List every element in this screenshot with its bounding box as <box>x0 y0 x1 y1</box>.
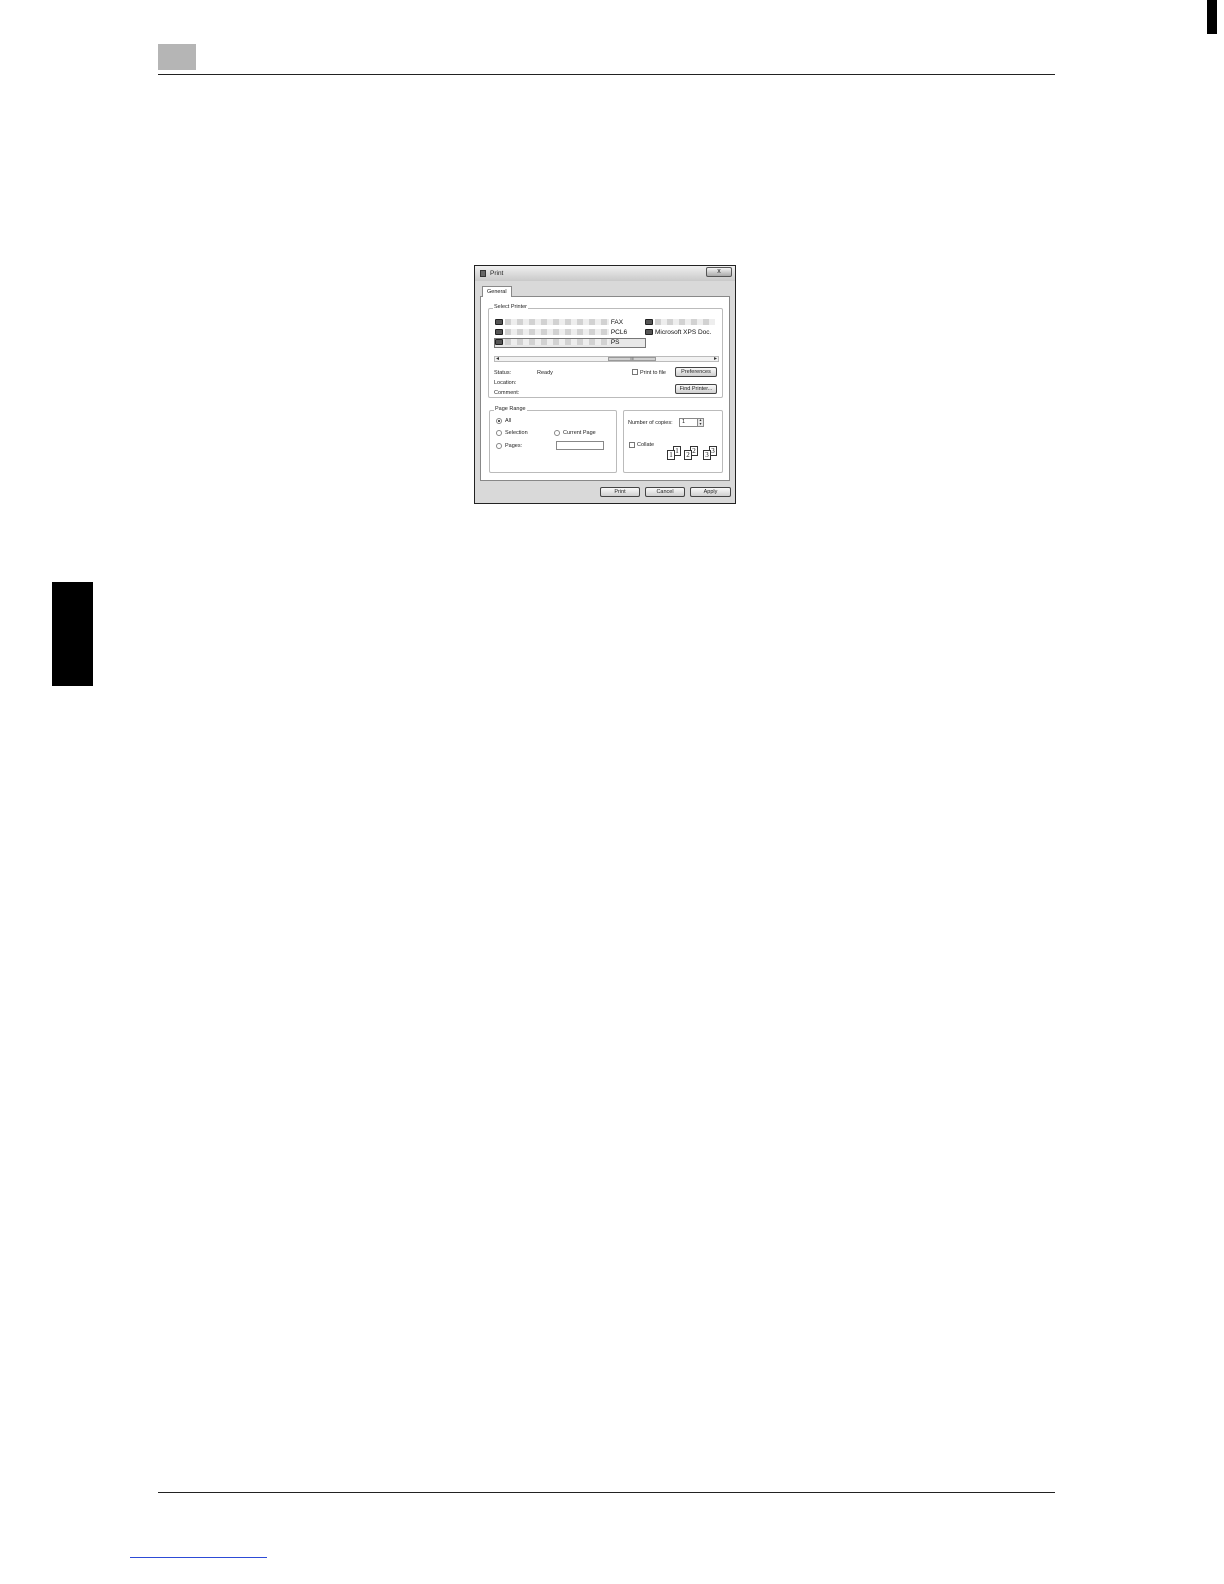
select-printer-group: Select Printer FAX PCL6 PS Microsoft XPS… <box>488 304 723 398</box>
print-to-file-label: Print to file <box>640 370 666 376</box>
printer-item-fax[interactable]: FAX <box>495 319 623 327</box>
page-range-group: Page Range All Selection Current Page Pa… <box>489 406 617 473</box>
tab-general[interactable]: General <box>482 286 512 297</box>
printer-name-redacted <box>505 319 609 326</box>
print-dialog: Print x General Select Printer FAX PCL6 <box>474 265 736 504</box>
printer-icon <box>480 270 486 277</box>
print-button[interactable]: Print <box>600 487 640 497</box>
printer-icon <box>495 329 503 336</box>
pages-radio[interactable] <box>496 443 502 449</box>
dialog-title: Print <box>490 270 504 277</box>
copies-group: Number of copies: 1 ▲ ▼ Collate 1 1 2 2 … <box>623 410 723 473</box>
print-to-file-checkbox[interactable] <box>632 369 638 375</box>
header-rule <box>158 74 1055 75</box>
all-label: All <box>505 418 512 424</box>
collate-checkbox[interactable] <box>629 442 635 448</box>
scroll-left-icon[interactable]: ◂ <box>496 355 499 362</box>
scroll-thumb[interactable]: III <box>608 357 656 361</box>
printer-suffix: Microsoft XPS Doc. <box>655 329 712 336</box>
collate-page: 2 <box>684 450 692 460</box>
all-radio[interactable] <box>496 418 502 424</box>
status-value: Ready <box>537 370 553 376</box>
dialog-titlebar[interactable]: Print x <box>475 266 735 281</box>
location-label: Location: <box>494 380 517 386</box>
printer-icon <box>645 319 653 326</box>
edge-mark <box>1207 0 1217 34</box>
selection-radio[interactable] <box>496 430 502 436</box>
number-of-copies-label: Number of copies: <box>628 420 673 426</box>
select-printer-legend: Select Printer <box>493 304 529 310</box>
page-range-legend: Page Range <box>494 406 527 412</box>
printer-item-pcl6[interactable]: PCL6 <box>495 329 627 337</box>
apply-button[interactable]: Apply <box>690 487 731 497</box>
chapter-number-box <box>158 44 196 70</box>
find-printer-button[interactable]: Find Printer... <box>675 384 717 394</box>
collate-page: 1 <box>667 450 675 460</box>
footer-link-underline <box>130 1557 267 1558</box>
pages-label: Pages: <box>505 443 523 449</box>
current-page-label: Current Page <box>563 430 596 436</box>
printer-name-redacted <box>655 319 715 326</box>
printer-item-other[interactable] <box>645 319 715 327</box>
collate-page: 3 <box>703 450 711 460</box>
printer-suffix: FAX <box>610 319 624 326</box>
printer-item-xps[interactable]: Microsoft XPS Doc. <box>645 329 711 337</box>
printer-icon <box>495 319 503 326</box>
preferences-button[interactable]: Preferences <box>675 367 717 377</box>
printer-list-scrollbar[interactable]: ◂ III ▸ <box>494 356 719 362</box>
current-page-radio[interactable] <box>554 430 560 436</box>
printer-item-ps[interactable]: PS <box>495 339 619 347</box>
copies-spinner[interactable]: ▲ ▼ <box>697 418 704 427</box>
printer-suffix: PS <box>610 339 620 346</box>
footer-rule <box>158 1492 1055 1493</box>
pages-input[interactable] <box>556 441 604 450</box>
copies-input[interactable]: 1 <box>679 418 698 427</box>
scroll-right-icon[interactable]: ▸ <box>714 355 717 362</box>
printer-icon <box>495 339 503 346</box>
dialog-body: General Select Printer FAX PCL6 PS Micro… <box>480 284 730 481</box>
close-button[interactable]: x <box>706 267 732 277</box>
printer-name-redacted <box>505 329 609 336</box>
general-tab-panel: Select Printer FAX PCL6 PS Microsoft XPS… <box>480 296 730 481</box>
comment-label: Comment: <box>494 390 520 396</box>
status-label: Status: <box>494 370 512 376</box>
selection-label: Selection <box>505 430 528 436</box>
printer-suffix: PCL6 <box>610 329 628 336</box>
spin-down-icon[interactable]: ▼ <box>698 422 703 427</box>
printer-icon <box>645 329 653 336</box>
collate-label: Collate <box>637 442 655 448</box>
cancel-button[interactable]: Cancel <box>645 487 685 497</box>
printer-name-redacted <box>505 339 609 346</box>
chapter-side-tab <box>52 582 93 686</box>
